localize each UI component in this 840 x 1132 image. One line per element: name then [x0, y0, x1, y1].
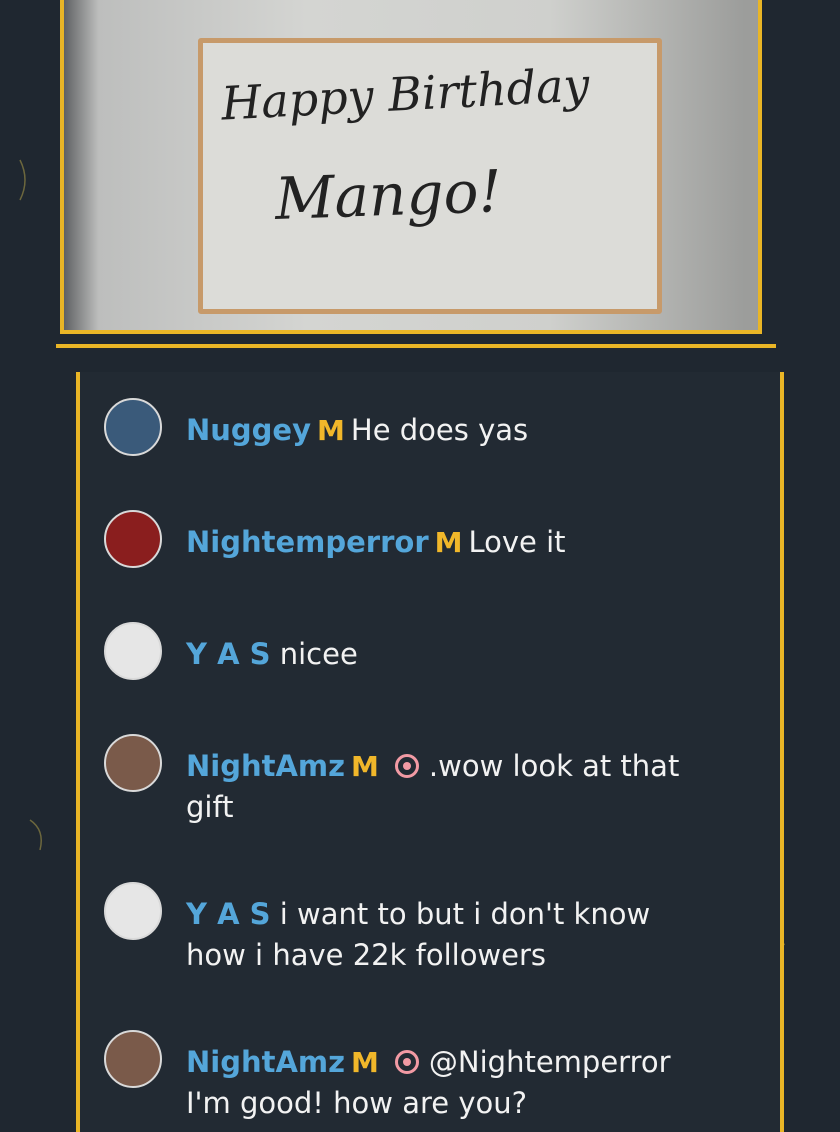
- message-text-continued: gift: [186, 790, 234, 824]
- gift-badge-icon: [394, 1050, 419, 1074]
- username[interactable]: NightAmz: [186, 749, 345, 783]
- whiteboard-sign: Happy Birthday Mango!: [198, 38, 662, 314]
- stream-video[interactable]: Happy Birthday Mango!: [60, 0, 762, 334]
- username[interactable]: Nightemperror: [186, 525, 429, 559]
- user-avatar[interactable]: [104, 1030, 162, 1088]
- member-badge-icon: M: [434, 526, 463, 559]
- username[interactable]: Nuggey: [186, 413, 311, 447]
- member-badge-icon: M: [351, 750, 379, 783]
- message-line: NightAmz M .wow look at that: [186, 742, 679, 791]
- message-line: Y A S nicee: [186, 630, 358, 678]
- sign-line-1: Happy Birthday: [219, 57, 591, 131]
- member-badge-icon: M: [351, 1046, 379, 1079]
- message-text: @Nightemperror: [428, 1045, 671, 1079]
- gift-badge-icon: [394, 754, 419, 778]
- member-badge-icon: M: [317, 414, 345, 447]
- message-text: i want to but i don't know: [279, 897, 651, 931]
- message-text: Love it: [468, 525, 566, 559]
- user-avatar[interactable]: [104, 398, 162, 456]
- user-avatar[interactable]: [104, 622, 162, 680]
- username[interactable]: NightAmz: [186, 1045, 345, 1079]
- sign-line-2: Mango!: [273, 157, 503, 233]
- username[interactable]: Y A S: [186, 637, 271, 671]
- user-avatar[interactable]: [104, 882, 162, 940]
- message-line: Nuggey M He does yas: [186, 406, 528, 455]
- message-text-continued: how i have 22k followers: [186, 938, 547, 972]
- message-line: NightAmz M @Nightemperror: [186, 1038, 671, 1087]
- username[interactable]: Y A S: [186, 897, 271, 931]
- message-text: He does yas: [350, 413, 529, 447]
- message-text: nicee: [279, 637, 358, 671]
- divider: [56, 344, 776, 348]
- user-avatar[interactable]: [104, 734, 162, 792]
- user-avatar[interactable]: [104, 510, 162, 568]
- message-text-continued: I'm good! how are you?: [186, 1086, 527, 1120]
- message-line: Nightemperror M Love it: [186, 518, 566, 567]
- message-text: .wow look at that: [428, 749, 680, 783]
- message-line: Y A S i want to but i don't know: [186, 890, 650, 938]
